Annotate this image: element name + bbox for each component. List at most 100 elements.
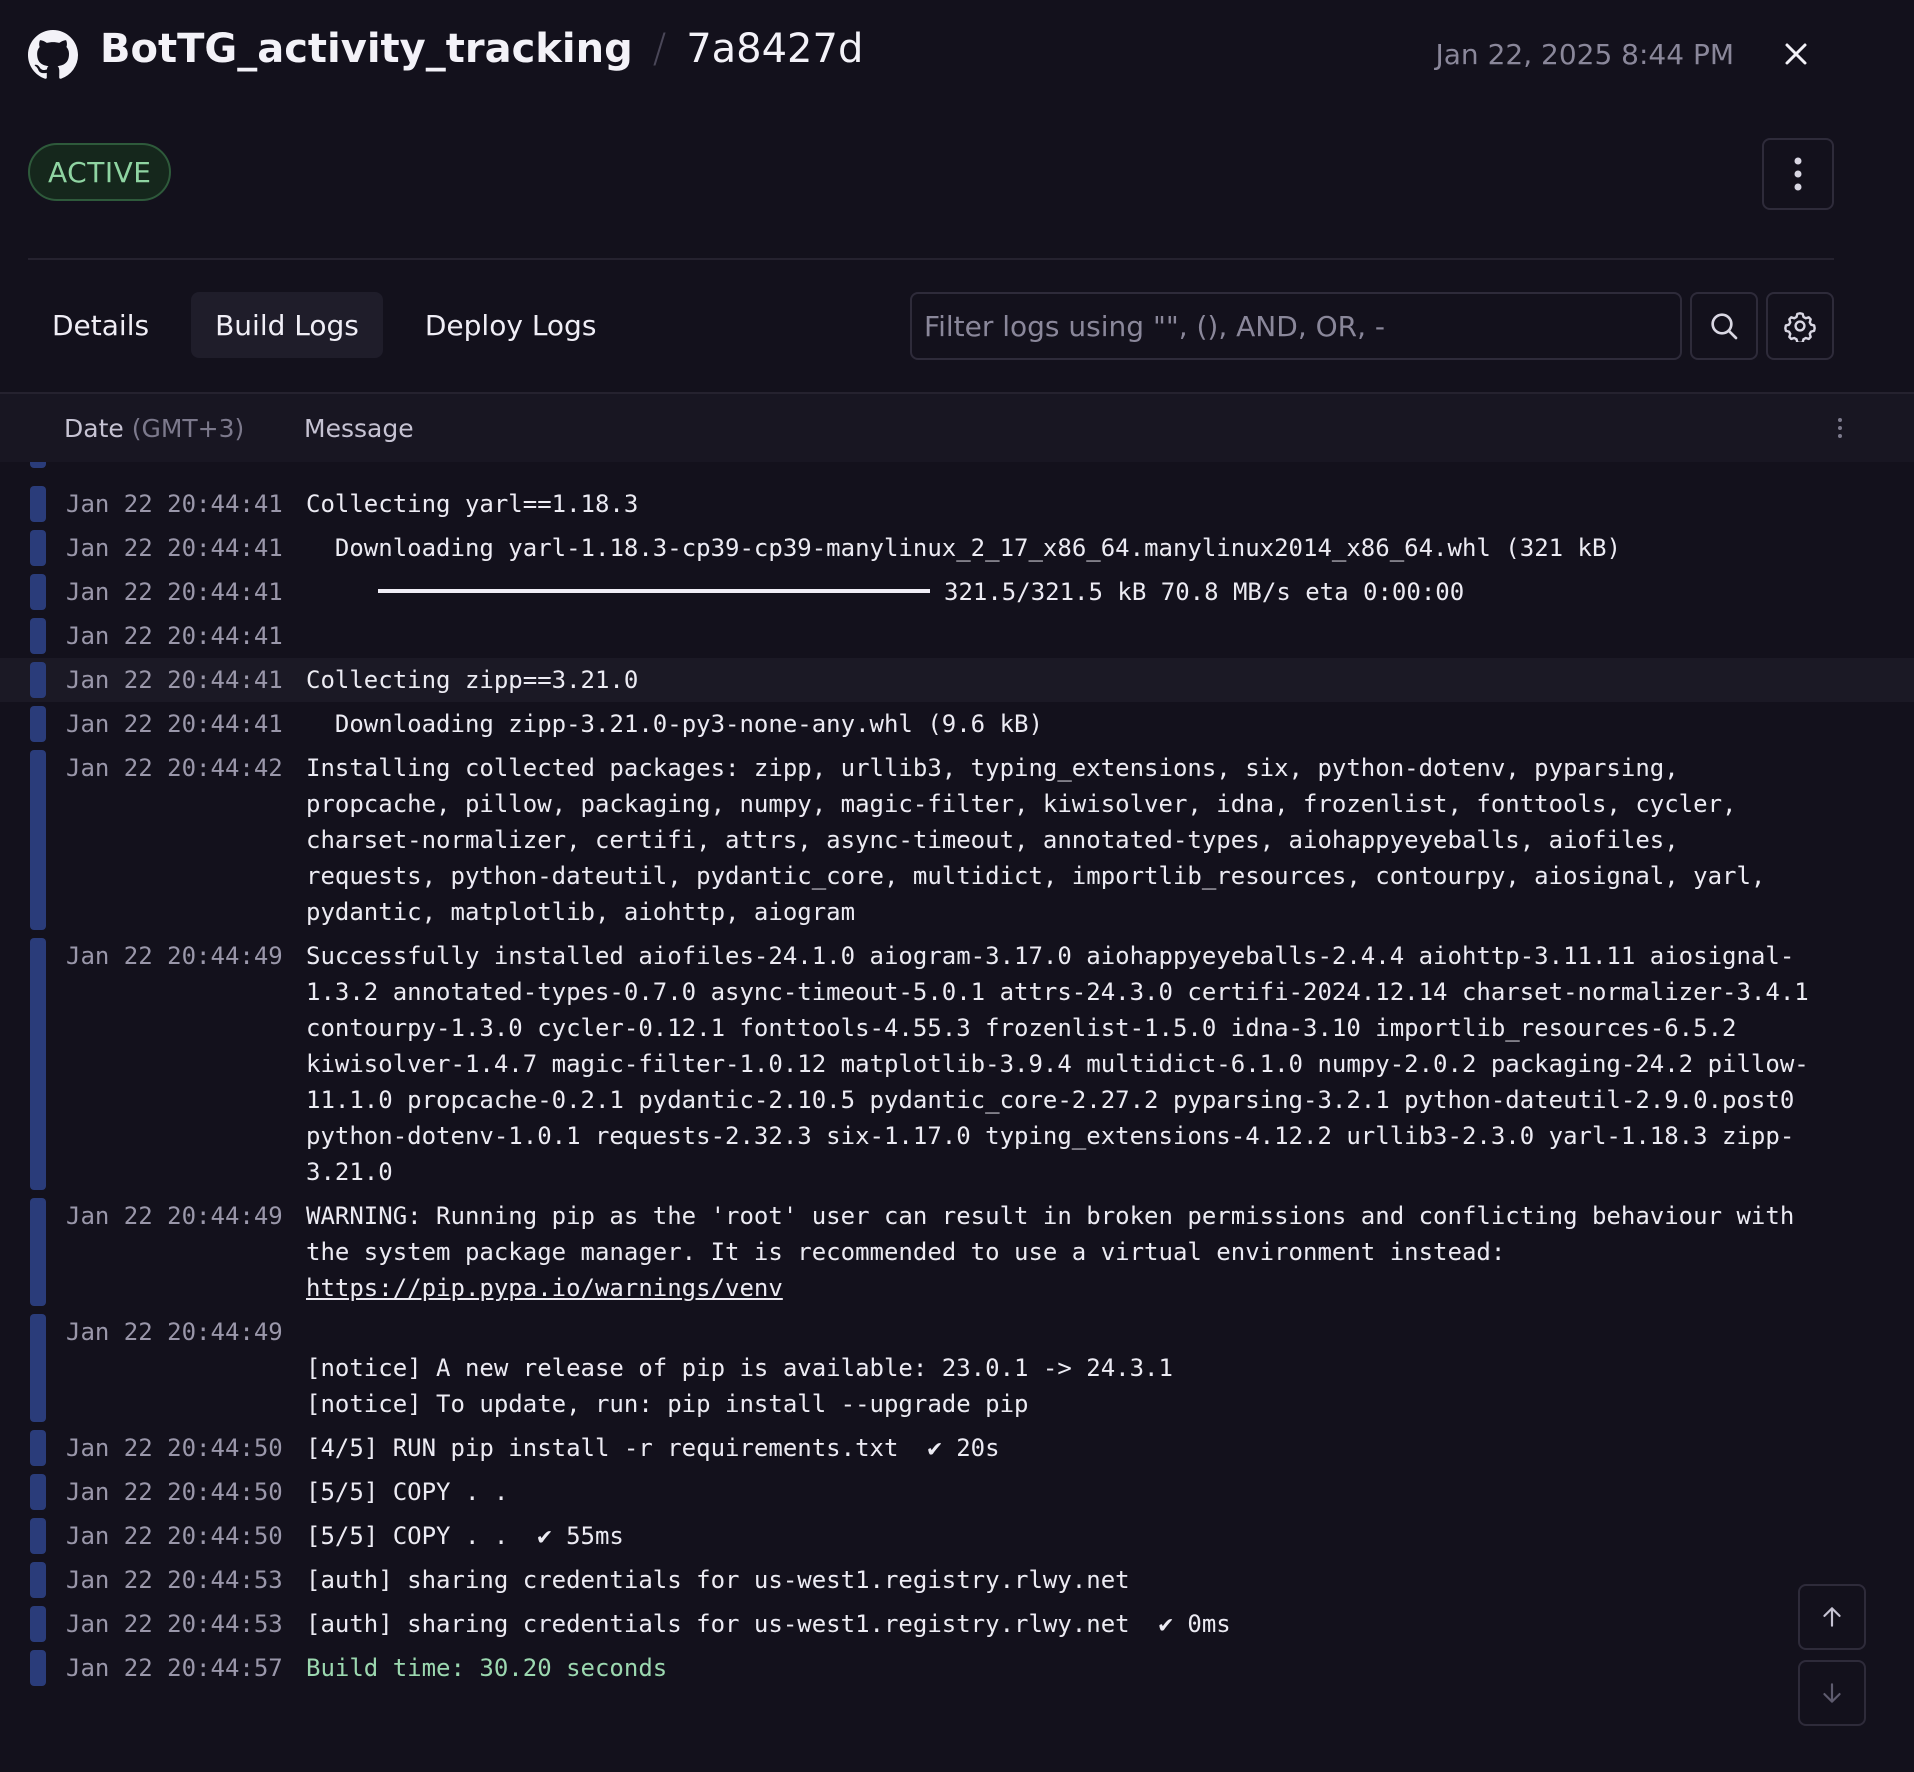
log-message: [5/5] COPY . . ✔ 55ms — [306, 1522, 624, 1550]
log-row[interactable]: Jan 22 20:44:50 [4/5] RUN pip install -r… — [0, 1426, 1914, 1470]
timezone-label: (GMT+3) — [131, 413, 245, 443]
log-timestamp: Jan 22 20:44:42 — [66, 754, 283, 782]
close-icon — [1785, 43, 1807, 65]
log-message: [4/5] RUN pip install -r requirements.tx… — [306, 1434, 1000, 1462]
log-message: Build time: 30.20 seconds — [306, 1654, 668, 1682]
log-row[interactable]: Jan 22 20:44:42 Installing collected pac… — [0, 746, 1914, 934]
log-row[interactable]: Jan 22 20:44:41 Downloading zipp-3.21.0-… — [0, 702, 1914, 746]
log-list[interactable]: Jan 22 20:44:41 Collecting yarl==1.18.3 … — [0, 462, 1914, 1772]
log-message: [5/5] COPY . . — [306, 1478, 509, 1506]
deploy-timestamp: Jan 22, 2025 8:44 PM — [1435, 38, 1734, 71]
log-level-bar — [30, 530, 46, 566]
log-level-bar — [30, 1198, 46, 1306]
log-timestamp: Jan 22 20:44:57 — [66, 1654, 283, 1682]
log-row[interactable]: Jan 22 20:44:50 [5/5] COPY . . ✔ 55ms — [0, 1514, 1914, 1558]
log-timestamp: Jan 22 20:44:49 — [66, 1318, 283, 1346]
vertical-dots-icon — [1794, 157, 1802, 191]
log-level-bar — [30, 618, 46, 654]
log-row[interactable]: Jan 22 20:44:53 [auth] sharing credentia… — [0, 1602, 1914, 1646]
log-level-bar — [30, 750, 46, 930]
log-level-bar — [30, 462, 46, 468]
column-date[interactable]: Date (GMT+3) — [64, 414, 244, 443]
pip-warning-link[interactable]: https://pip.pypa.io/warnings/venv — [306, 1274, 783, 1302]
warning-text: WARNING: Running pip as the 'root' user … — [306, 1202, 1795, 1266]
log-settings-button[interactable] — [1766, 292, 1834, 360]
log-message: [auth] sharing credentials for us-west1.… — [306, 1566, 1130, 1594]
log-level-bar — [30, 1562, 46, 1598]
log-row[interactable]: Jan 22 20:44:53 [auth] sharing credentia… — [0, 1558, 1914, 1602]
filter-logs-input[interactable] — [910, 292, 1682, 360]
header: BotTG_activity_tracking / 7a8427d Jan 22… — [28, 0, 1914, 112]
log-message — [306, 618, 1816, 654]
close-button[interactable] — [1778, 36, 1814, 72]
column-options-button[interactable] — [1830, 414, 1850, 442]
date-header-label: Date — [64, 413, 124, 443]
log-timestamp: Jan 22 20:44:53 — [66, 1566, 283, 1594]
log-timestamp: Jan 22 20:44:50 — [66, 1478, 283, 1506]
title-separator: / — [652, 26, 667, 72]
log-row[interactable]: Jan 22 20:44:41 — [0, 614, 1914, 658]
log-level-bar — [30, 1518, 46, 1554]
tab-deploy-logs[interactable]: Deploy Logs — [401, 292, 621, 358]
scroll-to-bottom-button[interactable] — [1798, 1660, 1866, 1726]
log-timestamp: Jan 22 20:44:53 — [66, 1610, 283, 1638]
log-row[interactable]: Jan 22 20:44:49 [notice] A new release o… — [0, 1310, 1914, 1426]
scroll-to-top-button[interactable] — [1798, 1584, 1866, 1650]
log-level-bar — [30, 486, 46, 522]
log-level-bar — [30, 706, 46, 742]
log-timestamp: Jan 22 20:44:41 — [66, 710, 283, 738]
log-row[interactable]: Jan 22 20:44:49 WARNING: Running pip as … — [0, 1194, 1914, 1310]
tab-details[interactable]: Details — [28, 292, 173, 358]
tab-build-logs[interactable]: Build Logs — [191, 292, 383, 358]
log-timestamp: Jan 22 20:44:41 — [66, 622, 283, 650]
log-table-header: Date (GMT+3) Message — [0, 394, 1914, 462]
search-button[interactable] — [1690, 292, 1758, 360]
log-level-bar — [30, 1650, 46, 1686]
log-timestamp: Jan 22 20:44:50 — [66, 1522, 283, 1550]
log-row[interactable]: Jan 22 20:44:57 Build time: 30.20 second… — [0, 1646, 1914, 1690]
column-message[interactable]: Message — [304, 414, 414, 443]
log-timestamp: Jan 22 20:44:41 — [66, 578, 283, 606]
log-message: 321.5/321.5 kB 70.8 MB/s eta 0:00:00 — [306, 574, 1816, 610]
page-title: BotTG_activity_tracking / 7a8427d — [100, 26, 863, 72]
search-icon — [1711, 313, 1738, 340]
download-progress-bar — [378, 589, 930, 593]
more-options-button[interactable] — [1762, 138, 1834, 210]
log-level-bar — [30, 1430, 46, 1466]
commit-hash[interactable]: 7a8427d — [686, 26, 863, 72]
build-logs-panel: BotTG_activity_tracking / 7a8427d Jan 22… — [0, 0, 1914, 1772]
log-message: WARNING: Running pip as the 'root' user … — [306, 1198, 1816, 1306]
log-level-bar — [30, 938, 46, 1190]
repo-name[interactable]: BotTG_activity_tracking — [100, 26, 633, 72]
status-badge: ACTIVE — [28, 143, 172, 201]
download-progress-text: 321.5/321.5 kB 70.8 MB/s eta 0:00:00 — [944, 578, 1465, 606]
log-level-bar — [30, 574, 46, 610]
log-level-bar — [30, 1314, 46, 1422]
log-timestamp: Jan 22 20:44:41 — [66, 490, 283, 518]
log-tabs: Details Build Logs Deploy Logs — [28, 292, 620, 358]
log-row[interactable]: Jan 22 20:44:50 [5/5] COPY . . — [0, 1470, 1914, 1514]
arrow-down-icon — [1823, 1683, 1841, 1703]
log-row[interactable]: Jan 22 20:44:49 Successfully installed a… — [0, 934, 1914, 1194]
github-icon — [28, 30, 78, 79]
log-timestamp: Jan 22 20:44:50 — [66, 1434, 283, 1462]
log-message: Downloading yarl-1.18.3-cp39-cp39-manyli… — [306, 534, 1621, 562]
header-divider — [28, 258, 1834, 260]
log-level-bar — [30, 1606, 46, 1642]
log-message: [auth] sharing credentials for us-west1.… — [306, 1610, 1231, 1638]
log-message: Successfully installed aiofiles-24.1.0 a… — [306, 942, 1809, 1186]
log-message: [notice] A new release of pip is availab… — [306, 1354, 1173, 1418]
log-message: Collecting yarl==1.18.3 — [306, 490, 639, 518]
log-row[interactable]: Jan 22 20:44:41 Collecting zipp==3.21.0 — [0, 658, 1914, 702]
vertical-dots-icon — [1838, 418, 1842, 438]
log-message: Downloading zipp-3.21.0-py3-none-any.whl… — [306, 710, 1043, 738]
log-message: Installing collected packages: zipp, url… — [306, 754, 1766, 926]
log-row[interactable]: Jan 22 20:44:41 Downloading yarl-1.18.3-… — [0, 526, 1914, 570]
log-timestamp: Jan 22 20:44:41 — [66, 534, 283, 562]
log-row[interactable]: Jan 22 20:44:41 Collecting yarl==1.18.3 — [0, 482, 1914, 526]
gear-icon — [1784, 312, 1816, 342]
log-message: Collecting zipp==3.21.0 — [306, 666, 639, 694]
log-row[interactable]: Jan 22 20:44:41 321.5/321.5 kB 70.8 MB/s… — [0, 570, 1914, 614]
log-level-bar — [30, 1474, 46, 1510]
log-timestamp: Jan 22 20:44:41 — [66, 666, 283, 694]
